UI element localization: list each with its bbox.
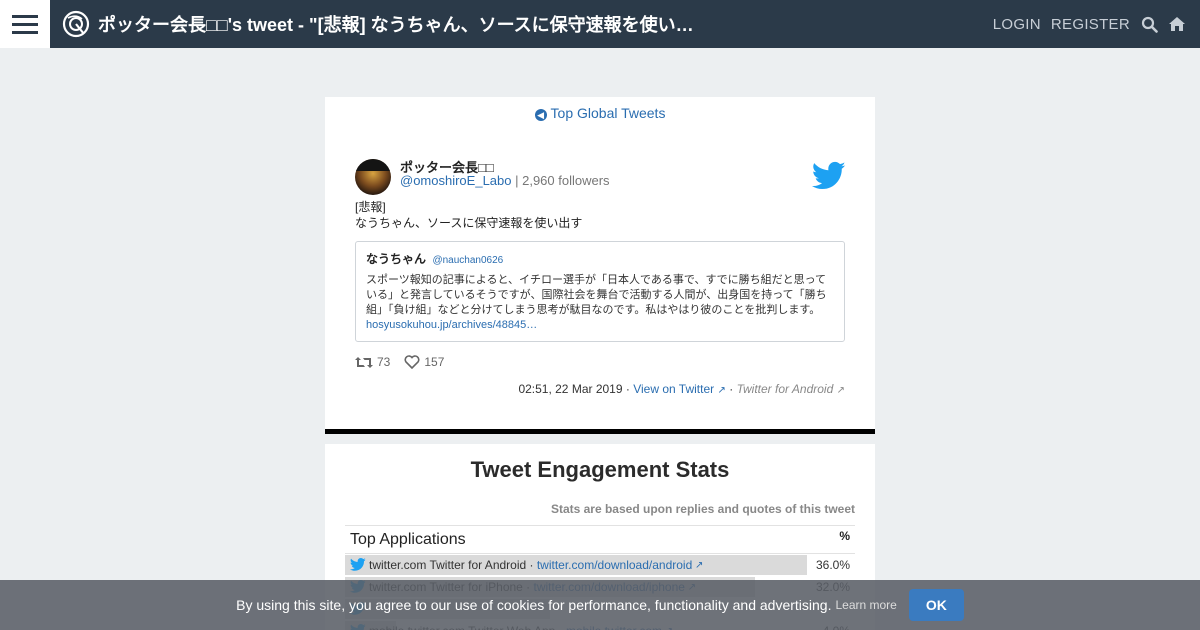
- tweet-text: [悲報] なうちゃん、ソースに保守速報を使い出す: [355, 200, 583, 230]
- quote-text: スポーツ報知の記事によると、イチロー選手が「日本人である事で、すでに勝ち組だと思…: [366, 274, 827, 316]
- avatar[interactable]: [355, 159, 391, 195]
- card-divider: [325, 429, 875, 434]
- tweet-card: ◀ Top Global Tweets ポッター会長□□ @omoshiroE_L…: [325, 97, 875, 430]
- author-meta: @omoshiroE_Labo | 2,960 followers: [400, 173, 610, 188]
- application-row-content: twitter.com Twitter for Android · twitte…: [345, 558, 805, 572]
- follower-count: | 2,960 followers: [515, 173, 610, 188]
- percent-header: %: [839, 528, 850, 543]
- top-navbar: ポッター会長□□'s tweet - "[悲報] なうちゃん、ソースに保守速報を…: [0, 0, 1200, 48]
- like-stat[interactable]: 157: [404, 355, 444, 369]
- engagement-note: Stats are based upon replies and quotes …: [550, 502, 855, 516]
- meta-separator: ·: [729, 382, 734, 396]
- cookie-text: By using this site, you agree to our use…: [236, 597, 832, 613]
- retweet-count: 73: [377, 355, 391, 369]
- external-link-icon: ↗: [836, 385, 845, 396]
- view-on-twitter-label: View on Twitter: [633, 382, 715, 396]
- application-row: twitter.com Twitter for Android · twitte…: [345, 554, 855, 576]
- tweet-timestamp: 02:51, 22 Mar 2019: [518, 382, 623, 396]
- engagement-title: Tweet Engagement Stats: [470, 457, 730, 482]
- page-title: ポッター会長□□'s tweet - "[悲報] なうちゃん、ソースに保守速報を…: [98, 15, 694, 35]
- retweet-icon: [355, 356, 373, 368]
- home-icon[interactable]: [1168, 15, 1186, 33]
- application-url-link[interactable]: twitter.com/download/android: [537, 558, 692, 572]
- register-link[interactable]: REGISTER: [1051, 16, 1130, 33]
- menu-icon-line: [12, 14, 38, 18]
- quote-author-name: なうちゃん: [366, 252, 427, 266]
- source-app-link[interactable]: Twitter for Android ↗: [737, 382, 845, 396]
- back-arrow-icon: ◀: [534, 109, 547, 121]
- menu-icon-line: [12, 22, 38, 26]
- tweet-meta: 02:51, 22 Mar 2019 · View on Twitter ↗ ·…: [518, 382, 845, 396]
- cookie-ok-button[interactable]: OK: [908, 589, 964, 621]
- meta-separator: ·: [625, 382, 630, 396]
- twitter-bird-icon: [349, 558, 366, 572]
- nav-actions: LOGIN REGISTER: [993, 15, 1200, 33]
- menu-button[interactable]: [0, 0, 50, 48]
- quoted-tweet[interactable]: なうちゃん @nauchan0626 スポーツ報知の記事によると、イチロー選手が…: [355, 241, 845, 342]
- external-link-icon: ↗: [692, 559, 704, 571]
- top-global-tweets-label: Top Global Tweets: [550, 105, 666, 121]
- source-app-label: Twitter for Android: [736, 382, 834, 396]
- learn-more-link[interactable]: Learn more: [835, 598, 896, 612]
- external-link-icon: ↗: [717, 385, 726, 396]
- application-percent: 36.0%: [815, 558, 850, 572]
- retweet-stat[interactable]: 73: [355, 355, 390, 369]
- like-count: 157: [424, 355, 445, 369]
- quote-author-handle[interactable]: @nauchan0626: [432, 255, 503, 266]
- quote-header: なうちゃん @nauchan0626: [366, 250, 834, 268]
- quote-source-link[interactable]: hosyusokuhou.jp/archives/48845…: [366, 318, 834, 332]
- application-name: twitter.com Twitter for Android: [369, 558, 527, 572]
- applications-table-header: Top Applications %: [345, 526, 855, 554]
- tweet-stats: 73 157: [355, 355, 444, 369]
- twitter-bird-icon[interactable]: [812, 161, 846, 191]
- application-separator: ·: [526, 558, 537, 572]
- brand: ポッター会長□□'s tweet - "[悲報] なうちゃん、ソースに保守速報を…: [50, 0, 993, 48]
- author-handle[interactable]: @omoshiroE_Labo: [400, 173, 511, 188]
- search-icon[interactable]: [1140, 15, 1158, 33]
- site-logo-icon[interactable]: [62, 10, 90, 38]
- login-link[interactable]: LOGIN: [993, 16, 1041, 33]
- view-on-twitter-link[interactable]: View on Twitter ↗: [633, 382, 726, 396]
- heart-icon: [404, 355, 420, 369]
- applications-header-label: Top Applications: [350, 530, 466, 548]
- cookie-banner: By using this site, you agree to our use…: [0, 580, 1200, 630]
- menu-icon-line: [12, 30, 38, 34]
- top-global-tweets-link[interactable]: ◀ Top Global Tweets: [325, 105, 875, 121]
